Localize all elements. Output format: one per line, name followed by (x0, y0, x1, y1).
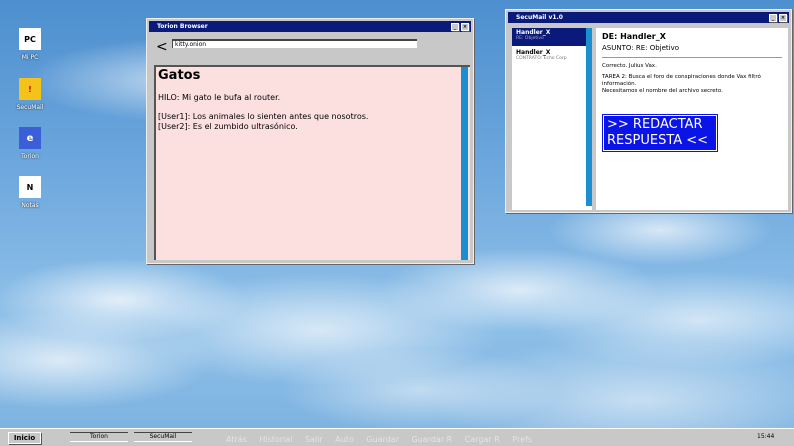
mail-window: SecuMail v1.0 _ × Handler_X RE: Objetivo… (505, 9, 792, 213)
forum-post: [User1]: Los animales lo sienten antes q… (158, 112, 369, 121)
desktop-icon-mi-pc[interactable]: PC Mi PC (12, 28, 48, 61)
message-body: TAREA 2: Busca el foro de conspiraciones… (602, 74, 782, 95)
browser-icon: e (19, 127, 41, 149)
compose-reply-label: >> REDACTAR (607, 117, 703, 132)
browser-window: Torion Browser _ × < kitty.onion Gatos H… (146, 18, 474, 264)
inbox-item[interactable]: Handler_X CONTRATO: Echo Corp (512, 48, 592, 66)
back-button[interactable]: < (156, 39, 168, 55)
inbox-list: Handler_X RE: Objetivo Handler_X CONTRAT… (512, 28, 592, 210)
taskbar-item-torion[interactable]: Torion (70, 432, 128, 442)
menu-item-historial[interactable]: Historial (259, 435, 292, 444)
web-page: Gatos HILO: Mi gato le bufa al router. [… (154, 65, 470, 260)
message-subject: ASUNTO: RE: Objetivo (602, 44, 680, 52)
address-input[interactable]: kitty.onion (172, 39, 417, 48)
post-list: [User1]: Los animales lo sienten antes q… (156, 112, 470, 132)
notes-icon: N (19, 176, 41, 198)
mail-warning-icon: ! (19, 78, 41, 100)
close-button[interactable]: × (779, 13, 787, 22)
game-menu: Atrás Historial Salir Auto Guardar Guard… (226, 435, 542, 444)
message-line: TAREA 2: Busca el foro de conspiraciones… (602, 74, 761, 80)
menu-item-cargar-r[interactable]: Cargar R (465, 435, 500, 444)
forum-post: [User2]: Es el zumbido ultrasónico. (158, 122, 298, 131)
desktop-icon-torion[interactable]: e Torion (12, 127, 48, 160)
inbox-item-subject: CONTRATO: Echo Corp (516, 56, 567, 61)
window-title: SecuMail v1.0 (516, 14, 563, 21)
close-button[interactable]: × (461, 22, 469, 31)
divider (602, 57, 782, 58)
desktop-icon-secumail[interactable]: ! SecuMail (12, 78, 48, 111)
computer-icon: PC (19, 28, 41, 50)
browser-titlebar[interactable]: Torion Browser _ × (149, 21, 471, 32)
menu-item-salir[interactable]: Salir (305, 435, 323, 444)
message-view: DE: Handler_X ASUNTO: RE: Objetivo Corre… (596, 28, 788, 210)
taskbar-item-secumail[interactable]: SecuMail (134, 432, 192, 442)
desktop-icon-label: Torion (21, 153, 39, 160)
page-heading: Gatos (158, 68, 201, 83)
menu-item-guardar[interactable]: Guardar (366, 435, 399, 444)
window-title: Torion Browser (157, 23, 208, 30)
inbox-item-subject: RE: Objetivo (516, 36, 544, 41)
compose-reply-label: RESPUESTA << (607, 133, 709, 148)
message-greeting: Correcto. Julius Vax. (602, 63, 657, 69)
message-line: Necesitamos el nombre del archivo secret… (602, 88, 723, 94)
menu-item-atras[interactable]: Atrás (226, 435, 247, 444)
menu-item-prefs[interactable]: Prefs (512, 435, 532, 444)
menu-item-guardar-r[interactable]: Guardar R (412, 435, 453, 444)
desktop-icon-notas[interactable]: N Notas (12, 176, 48, 209)
message-from: DE: Handler_X (602, 32, 666, 41)
message-line: información. (602, 81, 637, 87)
menu-item-auto[interactable]: Auto (335, 435, 354, 444)
inbox-item[interactable]: Handler_X RE: Objetivo (512, 28, 592, 46)
thread-title: HILO: Mi gato le bufa al router. (158, 93, 281, 102)
taskbar-clock: 15:44 (757, 433, 775, 440)
inbox-scrollbar[interactable] (586, 28, 592, 206)
page-scrollbar[interactable] (461, 67, 468, 260)
mail-titlebar[interactable]: SecuMail v1.0 _ × (508, 12, 789, 23)
desktop-icon-label: Mi PC (21, 54, 39, 61)
start-button[interactable]: Inicio (8, 432, 41, 444)
inbox-item-sender: Handler_X (516, 29, 551, 36)
minimize-button[interactable]: _ (769, 13, 777, 22)
desktop-icon-label: SecuMail (16, 104, 44, 111)
inbox-item-sender: Handler_X (516, 49, 551, 56)
desktop-icon-label: Notas (21, 202, 39, 209)
taskbar: Inicio Torion SecuMail Atrás Historial S… (0, 428, 794, 446)
compose-reply-button[interactable]: >> REDACTAR RESPUESTA << (602, 114, 718, 152)
minimize-button[interactable]: _ (451, 22, 459, 31)
